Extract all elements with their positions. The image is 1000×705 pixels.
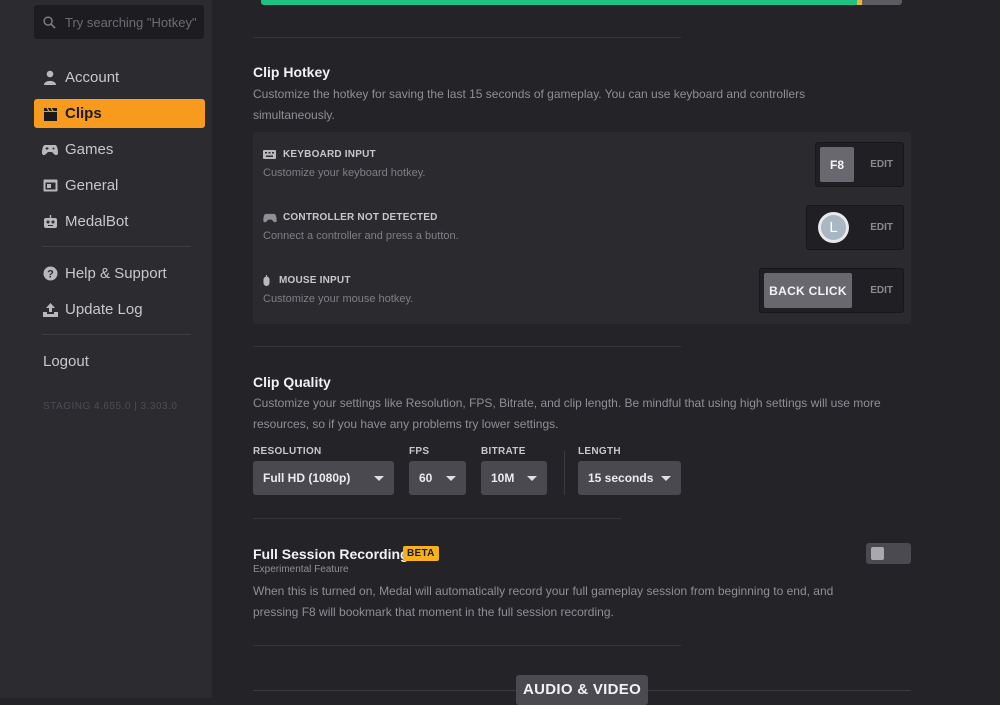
resolution-value: Full HD (1080p): [263, 471, 351, 485]
gamepad-icon: [263, 212, 277, 223]
hotkey-panel: KEYBOARD INPUT Customize your keyboard h…: [253, 132, 911, 324]
chevron-down-icon: [374, 476, 384, 481]
fps-label: FPS: [409, 446, 430, 457]
full-session-description: When this is turned on, Medal will autom…: [253, 584, 834, 619]
gamepad-icon: [42, 142, 58, 158]
search-input[interactable]: Try searching "Hotkey": [34, 5, 204, 39]
mouse-input-subtitle: Customize your mouse hotkey.: [263, 293, 414, 305]
sidebar-item-general[interactable]: General: [34, 171, 205, 200]
sidebar-item-label: Games: [65, 141, 114, 158]
beta-badge: BETA: [403, 546, 439, 561]
keyboard-input-title: KEYBOARD INPUT: [283, 149, 376, 160]
controller-input-title: CONTROLLER NOT DETECTED: [283, 212, 438, 223]
length-label: LENGTH: [578, 446, 621, 457]
controller-button-key[interactable]: L: [818, 212, 849, 243]
logout-label: Logout: [43, 353, 89, 370]
section-divider: [253, 518, 621, 519]
search-icon: [43, 15, 56, 29]
keyboard-input-subtitle: Customize your keyboard hotkey.: [263, 167, 426, 179]
sidebar-item-label: Clips: [65, 105, 102, 122]
chevron-down-icon: [661, 476, 671, 481]
clip-hotkey-description: Customize the hotkey for saving the last…: [253, 87, 806, 122]
controller-button-label: L: [821, 215, 846, 240]
length-select[interactable]: 15 seconds: [578, 461, 681, 495]
mouse-input-row: MOUSE INPUT Customize your mouse hotkey.: [263, 275, 413, 305]
progress-bar-fill: [261, 0, 858, 5]
mouse-icon: [263, 275, 273, 286]
clip-quality-title: Clip Quality: [253, 374, 331, 390]
sidebar-divider: [42, 334, 191, 335]
mouse-hotkey-key[interactable]: BACK CLICK: [764, 273, 852, 308]
sidebar-item-label: Account: [65, 69, 120, 86]
clapperboard-icon: [42, 106, 58, 122]
keyboard-input-row: KEYBOARD INPUT Customize your keyboard h…: [263, 149, 425, 179]
logout-button[interactable]: Logout: [34, 347, 205, 376]
upload-icon: [42, 302, 58, 318]
controller-hotkey-control: L EDIT: [806, 205, 904, 250]
chevron-down-icon: [527, 476, 537, 481]
toggle-knob: [871, 547, 884, 560]
fps-value: 60: [419, 471, 433, 485]
clip-quality-description: Customize your settings like Resolution,…: [253, 396, 881, 431]
progress-bar: [261, 0, 902, 5]
keyboard-hotkey-key[interactable]: F8: [820, 147, 854, 182]
select-divider: [564, 451, 565, 495]
search-placeholder: Try searching "Hotkey": [65, 14, 197, 30]
controller-input-subtitle: Connect a controller and press a button.: [263, 230, 459, 242]
user-icon: [42, 70, 58, 86]
sidebar-item-label: General: [65, 177, 119, 194]
chevron-down-icon: [446, 476, 456, 481]
window-icon: [42, 178, 58, 194]
version-info: STAGING 4.655.0 | 3.303.0: [43, 401, 178, 412]
length-value: 15 seconds: [588, 471, 654, 485]
sidebar-divider: [42, 246, 191, 247]
settings-content: Clip Hotkey Customize the hotkey for sav…: [212, 0, 1000, 705]
sidebar-item-update-log[interactable]: Update Log: [34, 295, 205, 324]
section-divider: [253, 346, 681, 347]
section-divider: [253, 37, 681, 38]
controller-edit-button[interactable]: EDIT: [870, 222, 893, 233]
sidebar-item-label: Help & Support: [65, 265, 167, 282]
full-session-toggle[interactable]: [866, 543, 911, 564]
keyboard-icon: [263, 149, 277, 160]
section-divider: [253, 645, 681, 646]
keyboard-hotkey-control: F8 EDIT: [815, 142, 904, 187]
keyboard-edit-button[interactable]: EDIT: [870, 159, 893, 170]
clip-hotkey-title: Clip Hotkey: [253, 64, 331, 80]
bitrate-select[interactable]: 10M: [481, 461, 547, 495]
resolution-label: RESOLUTION: [253, 446, 322, 457]
mouse-edit-button[interactable]: EDIT: [870, 285, 893, 296]
fps-select[interactable]: 60: [409, 461, 466, 495]
sidebar-item-clips[interactable]: Clips: [34, 99, 205, 128]
bitrate-value: 10M: [491, 471, 515, 485]
question-circle-icon: ?: [42, 266, 58, 282]
sidebar-item-medalbot[interactable]: MedalBot: [34, 207, 205, 236]
full-session-title: Full Session Recording: [253, 546, 409, 562]
sidebar-item-account[interactable]: Account: [34, 63, 205, 92]
section-label-audio-video: AUDIO & VIDEO: [516, 675, 648, 705]
sidebar-item-help[interactable]: ? Help & Support: [34, 259, 205, 288]
sidebar-item-label: MedalBot: [65, 213, 129, 230]
svg-text:?: ?: [47, 268, 54, 280]
mouse-input-title: MOUSE INPUT: [279, 275, 351, 286]
controller-input-row: CONTROLLER NOT DETECTED Connect a contro…: [263, 212, 459, 242]
full-session-subtitle: Experimental Feature: [253, 564, 349, 575]
sidebar-item-label: Update Log: [65, 301, 143, 318]
mouse-hotkey-control: BACK CLICK EDIT: [759, 268, 904, 313]
progress-bar-marker: [857, 0, 863, 5]
resolution-select[interactable]: Full HD (1080p): [253, 461, 394, 495]
bitrate-label: BITRATE: [481, 446, 526, 457]
sidebar-item-games[interactable]: Games: [34, 135, 205, 164]
sidebar: Try searching "Hotkey" Account Clips Gam…: [0, 0, 212, 698]
robot-icon: [42, 214, 58, 230]
